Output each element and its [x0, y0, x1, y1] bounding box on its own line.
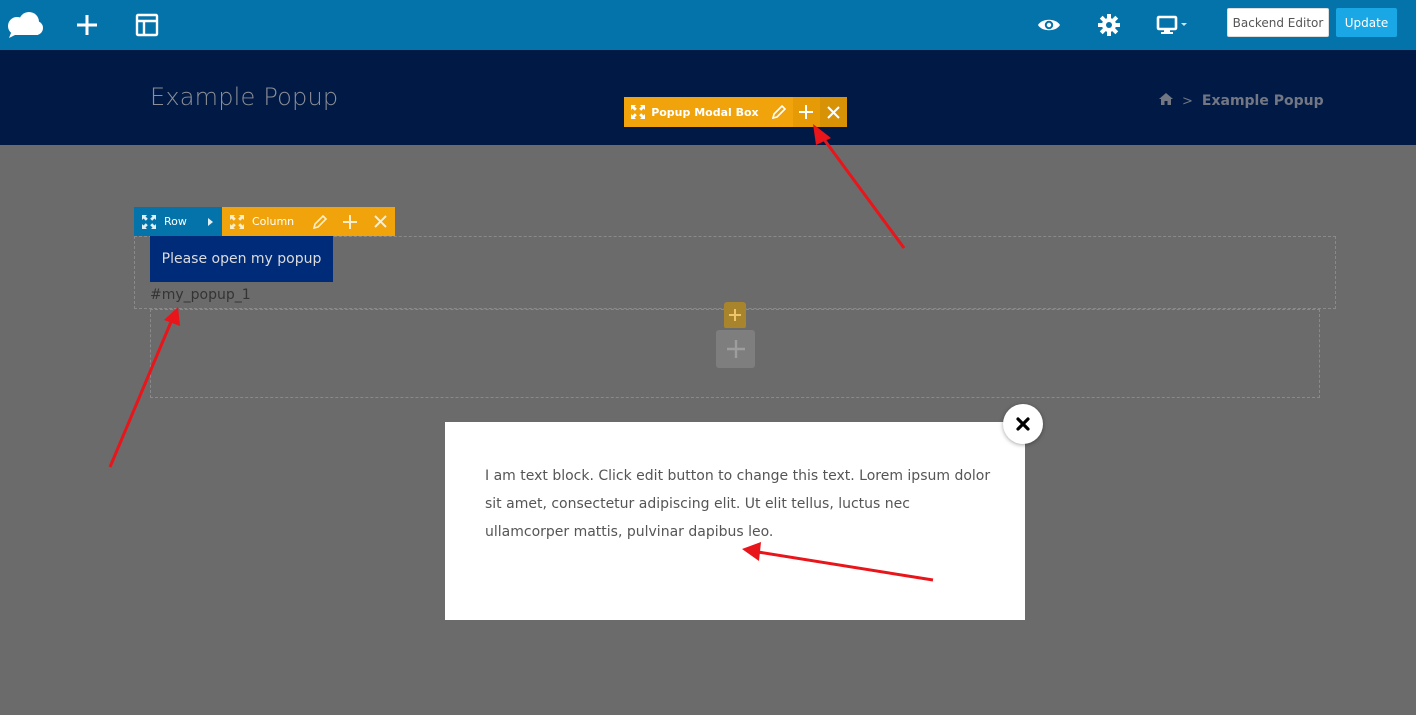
modal-text-block[interactable]: I am text block. Click edit button to ch…: [485, 462, 995, 546]
breadcrumb-separator: >: [1182, 93, 1193, 109]
column-move-icon[interactable]: [222, 207, 252, 236]
row-controls: Row: [134, 207, 222, 236]
page-title: Example Popup: [150, 83, 339, 111]
add-element-icon[interactable]: [72, 0, 102, 50]
popup-anchor-text: #my_popup_1: [150, 287, 251, 303]
breadcrumb-current: Example Popup: [1201, 93, 1324, 109]
column-controls: Column: [222, 207, 395, 236]
templates-icon[interactable]: [133, 0, 161, 50]
backend-editor-button[interactable]: Backend Editor: [1227, 8, 1329, 37]
popup-modal-box-label[interactable]: Popup Modal Box: [651, 97, 765, 127]
add-plus-icon[interactable]: [792, 97, 820, 127]
settings-gear-icon[interactable]: [1095, 0, 1123, 50]
popup-modal: I am text block. Click edit button to ch…: [445, 422, 1025, 620]
delete-x-icon[interactable]: [819, 97, 847, 127]
move-icon[interactable]: [624, 97, 651, 127]
column-delete-x-icon[interactable]: [365, 207, 395, 236]
modal-close-icon[interactable]: [1003, 404, 1043, 444]
logo-cloud-icon[interactable]: [4, 0, 46, 50]
popup-modal-box-controls: Popup Modal Box: [624, 97, 847, 127]
editor-toolbar: Backend Editor Update: [0, 0, 1416, 50]
column-label[interactable]: Column: [252, 215, 305, 228]
edit-pencil-icon[interactable]: [765, 97, 792, 127]
column-edit-pencil-icon[interactable]: [305, 207, 335, 236]
open-popup-button[interactable]: Please open my popup: [150, 236, 333, 282]
preview-eye-icon[interactable]: [1035, 0, 1063, 50]
breadcrumb: > Example Popup: [1159, 92, 1324, 110]
add-element-large-plus-icon[interactable]: [716, 330, 755, 368]
column-add-plus-icon[interactable]: [335, 207, 365, 236]
caret-right-icon[interactable]: [200, 207, 222, 236]
row-move-icon[interactable]: [134, 207, 164, 236]
home-icon[interactable]: [1159, 93, 1173, 109]
responsive-desktop-icon[interactable]: [1155, 0, 1191, 50]
row-label[interactable]: Row: [164, 215, 200, 228]
add-element-small-plus-icon[interactable]: [724, 302, 746, 328]
update-button[interactable]: Update: [1336, 8, 1397, 37]
